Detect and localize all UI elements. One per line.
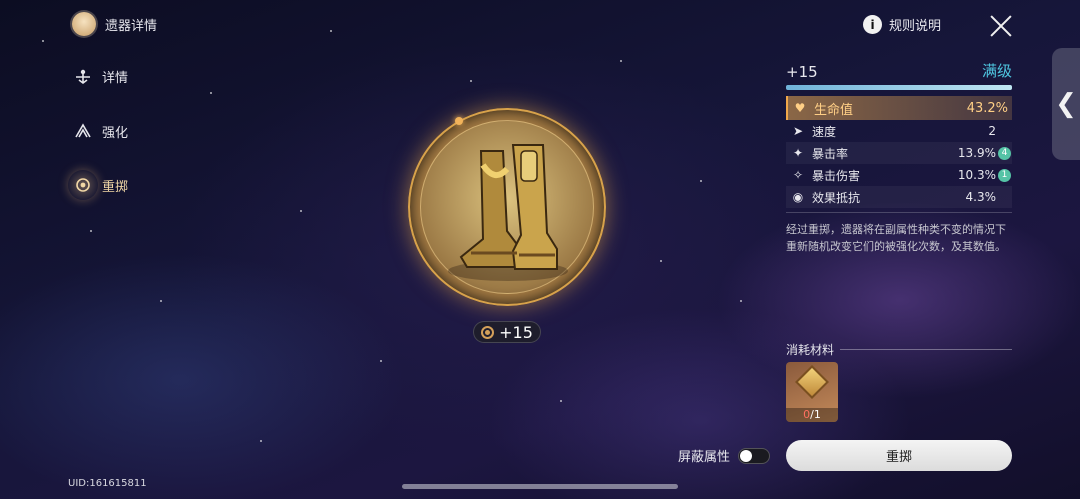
hide-attributes-toggle[interactable]: [738, 447, 771, 464]
material-item[interactable]: 0/1: [786, 362, 838, 422]
sub-stat-value: 2: [988, 124, 996, 138]
materials-header: 消耗材料: [786, 341, 1012, 358]
nav-item-reroll[interactable]: 重掷: [68, 170, 129, 200]
level-progress-fill: [786, 85, 1012, 90]
nav-label-details: 详情: [102, 70, 129, 86]
relic-level-badge: +15: [473, 321, 541, 343]
main-stat-row: ♥ 生命值 43.2%: [786, 96, 1012, 120]
level-progress-bar: [786, 85, 1012, 90]
reroll-button[interactable]: 重掷: [786, 440, 1012, 471]
rules-label: 规则说明: [889, 19, 942, 34]
chevron-left-icon: ❮: [1055, 89, 1077, 119]
stats-panel: +15 满级 ♥ 生命值 43.2% ➤ 速度 2 ✦ 暴击率 13.9% 4 …: [786, 60, 1012, 255]
reroll-icon: [68, 170, 98, 200]
enhance-count-badge: 4: [998, 146, 1011, 160]
effect-res-icon: ◉: [792, 190, 804, 204]
sub-stat-row: ✧ 暴击伤害 10.3% 1: [786, 164, 1012, 186]
relic-boots-icon: [448, 144, 568, 281]
info-icon: i: [863, 15, 882, 34]
hide-attributes-label: 屏蔽属性: [678, 450, 731, 465]
home-indicator[interactable]: [402, 484, 678, 489]
uid-label: UID:161615811: [68, 478, 147, 489]
materials-title: 消耗材料: [786, 343, 835, 357]
hide-attributes-row: 屏蔽属性: [678, 446, 771, 465]
nav-label-reroll: 重掷: [102, 179, 129, 195]
level-value: +15: [786, 63, 818, 81]
divider: [786, 212, 1012, 213]
relic-image: [420, 120, 594, 294]
crit-rate-icon: ✦: [792, 146, 804, 160]
relic-ornament: [455, 117, 463, 125]
sub-stat-row: ➤ 速度 2: [786, 120, 1012, 142]
sub-stat-name: 效果抵抗: [812, 190, 861, 205]
rules-button[interactable]: i 规则说明: [863, 15, 941, 34]
nav-item-enhance[interactable]: 强化: [72, 120, 128, 142]
material-count: 0/1: [786, 408, 838, 422]
divider: [840, 349, 1012, 350]
detail-icon: [72, 65, 94, 87]
toggle-knob: [740, 449, 753, 462]
main-stat-name: 生命值: [814, 102, 854, 118]
sub-stat-value: 13.9%: [957, 146, 996, 160]
sub-stat-name: 暴击伤害: [812, 168, 861, 183]
reroll-material-icon: [795, 365, 829, 399]
speed-icon: ➤: [792, 124, 804, 138]
relic-level-text: +15: [499, 322, 533, 342]
sub-stat-name: 速度: [812, 124, 837, 139]
close-button[interactable]: [987, 12, 1015, 40]
enhance-icon: [72, 120, 94, 142]
side-panel-tab[interactable]: ❮: [1052, 48, 1080, 160]
nav-header-label: 遗器详情: [105, 18, 158, 34]
main-stat-value: 43.2%: [966, 100, 1008, 116]
crit-dmg-icon: ✧: [792, 168, 804, 182]
sub-stat-name: 暴击率: [812, 146, 849, 161]
level-row: +15 满级: [786, 60, 1012, 81]
relic-details-header: 遗器详情: [72, 12, 157, 36]
enhance-count-badge: 1: [998, 168, 1011, 182]
material-need: /1: [810, 408, 821, 421]
sub-stat-value: 10.3%: [957, 168, 996, 182]
nav-label-enhance: 强化: [102, 125, 129, 141]
sub-stat-row: ◉ 效果抵抗 4.3%: [786, 186, 1012, 208]
reroll-description: 经过重掷，遗器将在副属性种类不变的情况下重新随机改变它们的被强化次数，及其数值。: [786, 223, 1006, 253]
heart-icon: ♥: [794, 101, 806, 115]
sub-stat-row: ✦ 暴击率 13.9% 4: [786, 142, 1012, 164]
nav-item-details[interactable]: 详情: [72, 65, 128, 87]
avatar: [72, 12, 96, 36]
sub-stat-value: 4.3%: [965, 190, 997, 204]
level-status: 满级: [981, 62, 1012, 80]
relic-level-icon: [481, 325, 495, 339]
relic-display: [408, 108, 606, 306]
